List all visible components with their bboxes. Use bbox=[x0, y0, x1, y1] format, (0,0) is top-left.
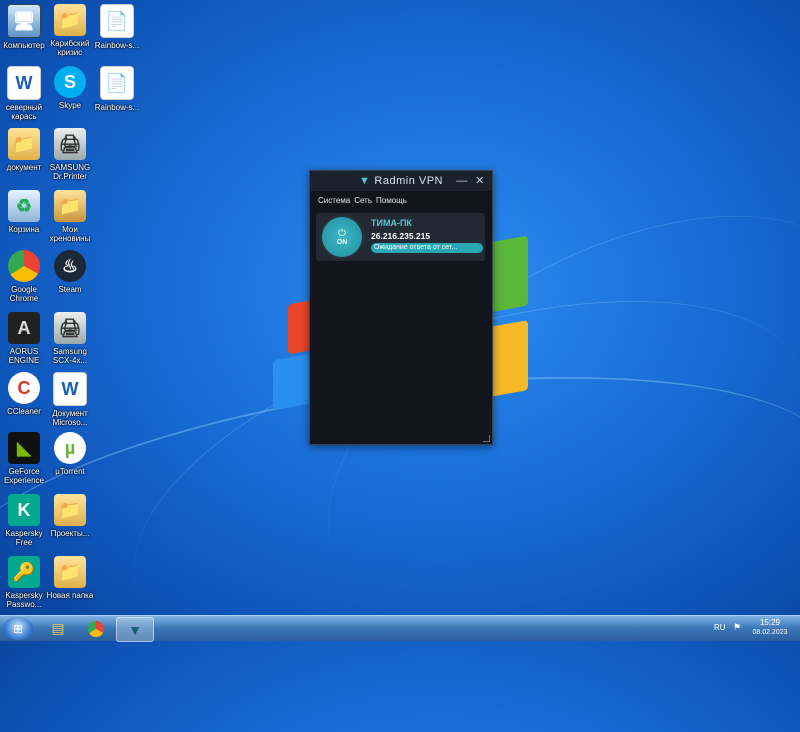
radmin-logo-icon: ▼ bbox=[128, 621, 142, 638]
desktop-icon-label: Kaspersky Passwo... bbox=[5, 591, 43, 609]
desktop-icon-rainbow-1[interactable]: 📄 Rainbow-s... bbox=[93, 4, 141, 50]
close-button[interactable]: ✕ bbox=[472, 173, 488, 189]
desktop-icon-label: Новая папка bbox=[46, 591, 94, 600]
menu-item-help[interactable]: Помощь bbox=[376, 196, 407, 205]
language-indicator[interactable]: RU bbox=[714, 623, 726, 632]
power-label: ON bbox=[336, 238, 348, 246]
taskbar-chrome-button[interactable] bbox=[78, 617, 114, 640]
desktop-icon-label: AORUS ENGINE bbox=[8, 347, 40, 365]
desktop-icon-kaspersky-free[interactable]: K Kaspersky Free bbox=[0, 494, 48, 547]
desktop-icon-label: µTorrent bbox=[55, 467, 85, 476]
power-button[interactable]: ⏻ ON bbox=[322, 217, 362, 257]
clock[interactable]: 15:29 08.02.2023 bbox=[748, 618, 792, 638]
ccleaner-icon: C bbox=[8, 372, 40, 404]
taskbar: ⊞ ▤ ▼ RU ⚑ 15:29 08.02.2023 bbox=[0, 615, 800, 642]
desktop-icon-label: SAMSUNG Dr.Printer bbox=[49, 163, 91, 181]
desktop-icon-label: северный карась bbox=[5, 103, 43, 121]
desktop-icon-projects[interactable]: 📁 Проекты... bbox=[46, 494, 94, 538]
desktop-icon-label: Rainbow-s... bbox=[94, 103, 140, 112]
desktop-icon-utorrent[interactable]: µ µTorrent bbox=[46, 432, 94, 476]
menu-item-system[interactable]: Система bbox=[318, 196, 350, 205]
desktop-icon-samsung-scx[interactable]: 🖨 Samsung SCX-4x... bbox=[46, 312, 94, 365]
power-icon: ⏻ bbox=[338, 227, 346, 239]
steam-icon: ♨ bbox=[54, 250, 86, 282]
action-center-icon[interactable]: ⚑ bbox=[733, 622, 741, 633]
desktop-icon-label: CCleaner bbox=[7, 407, 41, 416]
geforce-icon: ◣ bbox=[8, 432, 40, 464]
menu-bar: Система Сеть Помощь bbox=[310, 191, 492, 207]
aorus-icon: A bbox=[8, 312, 40, 344]
chrome-icon bbox=[8, 250, 40, 282]
kaspersky-icon: K bbox=[8, 494, 40, 526]
desktop-icon-label: Steam bbox=[58, 285, 82, 294]
folder-icon: 📁 bbox=[54, 494, 86, 526]
folder-icon: ▤ bbox=[51, 620, 65, 636]
desktop-icon-google-chrome[interactable]: Google Chrome bbox=[0, 250, 48, 303]
radmin-logo-icon: ▼ bbox=[359, 175, 371, 187]
word-document-icon: W bbox=[7, 66, 41, 100]
taskbar-explorer-button[interactable]: ▤ bbox=[40, 617, 76, 640]
ip-address: 26.216.235.215 bbox=[371, 231, 431, 241]
window-title-bar[interactable]: ▼ Radmin VPN — ✕ bbox=[310, 171, 492, 191]
printer-icon: 🖨 bbox=[54, 312, 86, 344]
chrome-icon bbox=[88, 620, 104, 637]
desktop-icon-label: Rainbow-s... bbox=[94, 41, 140, 50]
folder-icon: 📁 bbox=[54, 190, 86, 222]
desktop-icon-document-folder[interactable]: 📁 документ bbox=[0, 128, 48, 172]
desktop-icon-label: GeForce Experience bbox=[3, 467, 45, 485]
desktop-icon-label: документ bbox=[6, 163, 42, 172]
folder-icon: 📁 bbox=[54, 556, 86, 588]
status-badge: Ожидание ответа от сет... bbox=[371, 243, 483, 253]
desktop-icon-moi-hrenoviny[interactable]: 📁 Мои хреновины bbox=[46, 190, 94, 243]
taskbar-radmin-button[interactable]: ▼ bbox=[116, 617, 154, 642]
key-icon: 🔑 bbox=[8, 556, 40, 588]
clock-date: 08.02.2023 bbox=[752, 629, 788, 636]
windows-icon: ⊞ bbox=[12, 621, 24, 636]
resize-grip[interactable] bbox=[483, 435, 490, 442]
menu-item-network[interactable]: Сеть bbox=[354, 196, 372, 205]
desktop-icon-caribbean-crisis[interactable]: 📁 Карибский кризис bbox=[46, 4, 94, 57]
folder-icon: 📁 bbox=[54, 4, 86, 36]
desktop-icon-label: Проекты... bbox=[50, 529, 90, 538]
desktop-icon-label: Google Chrome bbox=[9, 285, 39, 303]
desktop-icon-label: Skype bbox=[58, 101, 82, 110]
desktop-icon-document-microsoft[interactable]: W Документ Microso... bbox=[46, 372, 94, 427]
desktop-icon-computer[interactable]: 🖥 Компьютер bbox=[0, 4, 48, 50]
desktop-icon-rainbow-2[interactable]: 📄 Rainbow-s... bbox=[93, 66, 141, 112]
desktop-icon-label: Kaspersky Free bbox=[5, 529, 43, 547]
desktop-icon-label: Компьютер bbox=[3, 41, 45, 50]
desktop-icon-label: Корзина bbox=[8, 225, 40, 234]
desktop-icon-recycle-bin[interactable]: ♻ Корзина bbox=[0, 190, 48, 234]
desktop-icon-samsung-dr-printer[interactable]: 🖨 SAMSUNG Dr.Printer bbox=[46, 128, 94, 181]
skype-icon: S bbox=[54, 66, 86, 98]
desktop-icon-label: Мои хреновины bbox=[49, 225, 91, 243]
desktop-icon-label: Samsung SCX-4x... bbox=[52, 347, 88, 365]
desktop-icon-geforce-experience[interactable]: ◣ GeForce Experience bbox=[0, 432, 48, 485]
window-title: Radmin VPN bbox=[374, 175, 443, 187]
recycle-bin-icon: ♻ bbox=[8, 190, 40, 222]
start-button[interactable]: ⊞ bbox=[3, 617, 33, 640]
computer-name: ТИМА-ПК bbox=[371, 218, 412, 228]
desktop-icon-kaspersky-password[interactable]: 🔑 Kaspersky Passwo... bbox=[0, 556, 48, 609]
desktop-icon-ccleaner[interactable]: C CCleaner bbox=[0, 372, 48, 416]
desktop-icon-aorus-engine[interactable]: A AORUS ENGINE bbox=[0, 312, 48, 365]
clock-time: 15:29 bbox=[759, 618, 781, 627]
file-icon: 📄 bbox=[100, 66, 134, 100]
folder-icon: 📁 bbox=[8, 128, 40, 160]
utorrent-icon: µ bbox=[54, 432, 86, 464]
desktop-icon-label: Документ Microso... bbox=[52, 409, 88, 427]
printer-icon: 🖨 bbox=[54, 128, 86, 160]
desktop-icon-steam[interactable]: ♨ Steam bbox=[46, 250, 94, 294]
minimize-button[interactable]: — bbox=[454, 173, 470, 189]
desktop-icon-new-folder[interactable]: 📁 Новая папка bbox=[46, 556, 94, 600]
radmin-vpn-window: ▼ Radmin VPN — ✕ Система Сеть Помощь ⏻ O… bbox=[309, 170, 493, 445]
desktop-icon-skype[interactable]: S Skype bbox=[46, 66, 94, 110]
computer-icon: 🖥 bbox=[7, 4, 41, 38]
desktop-icon-label: Карибский кризис bbox=[50, 39, 90, 57]
file-icon: 📄 bbox=[100, 4, 134, 38]
desktop-icon-severny-karas[interactable]: W северный карась bbox=[0, 66, 48, 121]
word-document-icon: W bbox=[53, 372, 87, 406]
network-card[interactable]: ⏻ ON ТИМА-ПК 26.216.235.215 Ожидание отв… bbox=[316, 213, 485, 261]
